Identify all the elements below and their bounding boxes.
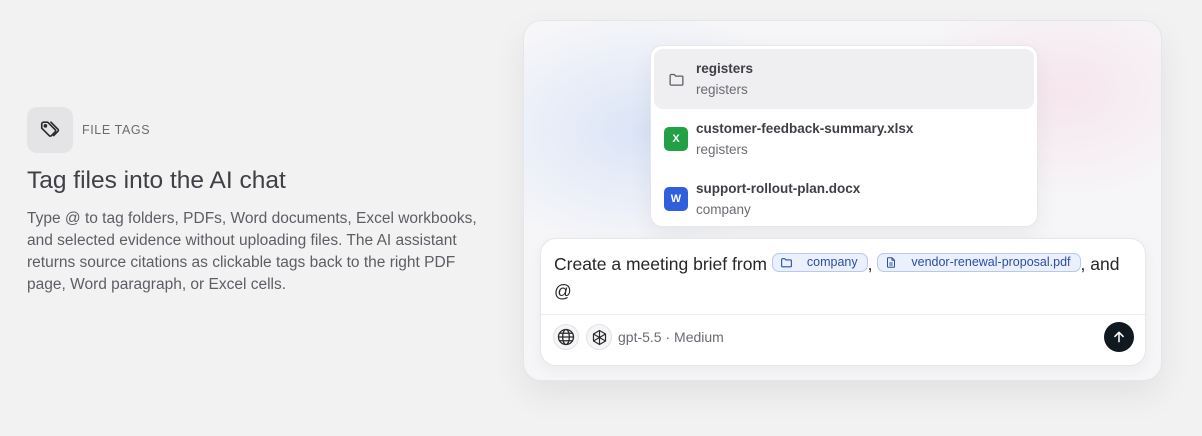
composer-input[interactable]: Create a meeting brief from company , ve… <box>554 251 1140 305</box>
arrow-up-icon <box>1114 331 1124 343</box>
feature-header: FILE TAGS <box>27 107 487 153</box>
composer-text-before: Create a meeting brief from <box>554 254 768 274</box>
chip-label: company <box>806 255 858 269</box>
word-icon: W <box>664 187 688 211</box>
mention-item-name: support-rollout-plan.docx <box>696 180 861 196</box>
model-label[interactable]: gpt-5.5 · Medium <box>618 329 724 345</box>
globe-icon <box>557 328 575 346</box>
chat-composer: Create a meeting brief from company , ve… <box>540 238 1146 366</box>
composer-separator: , <box>867 254 873 274</box>
excel-icon: X <box>664 127 688 151</box>
feature-eyebrow: FILE TAGS <box>82 123 151 137</box>
document-icon <box>887 257 896 268</box>
composer-divider <box>541 314 1145 315</box>
feature-title: Tag files into the AI chat <box>27 167 286 194</box>
mention-item-subtitle: registers <box>696 81 748 97</box>
feature-section: FILE TAGS Tag files into the AI chat Typ… <box>27 107 487 296</box>
mention-item-name: registers <box>696 60 754 76</box>
web-search-button[interactable] <box>553 324 579 350</box>
send-button[interactable] <box>1104 322 1134 352</box>
tag-icon <box>27 107 73 153</box>
openai-icon <box>592 329 606 345</box>
mention-item-subtitle: company <box>696 201 751 217</box>
feature-description: Type @ to tag folders, PDFs, Word docume… <box>27 210 477 293</box>
mention-item-registers-folder[interactable]: registers registers <box>654 49 1034 109</box>
mention-trigger: @ <box>554 281 572 301</box>
mention-dropdown: registers registers X customer-feedback-… <box>650 45 1038 227</box>
folder-icon <box>664 67 688 91</box>
mention-item-docx-file[interactable]: W support-rollout-plan.docx company <box>654 169 1034 229</box>
mention-item-subtitle: registers <box>696 141 748 157</box>
folder-tag-chip[interactable]: company <box>771 253 868 272</box>
folder-icon <box>780 258 792 268</box>
pdf-tag-chip[interactable]: vendor-renewal-proposal.pdf <box>877 253 1081 272</box>
mention-item-xlsx-file[interactable]: X customer-feedback-summary.xlsx registe… <box>654 109 1034 169</box>
model-selector-button[interactable] <box>586 324 612 350</box>
mention-item-name: customer-feedback-summary.xlsx <box>696 120 914 136</box>
chip-label: vendor-renewal-proposal.pdf <box>911 255 1071 269</box>
chat-demo-card: registers registers X customer-feedback-… <box>523 20 1162 381</box>
composer-text-after: , and <box>1080 254 1120 274</box>
